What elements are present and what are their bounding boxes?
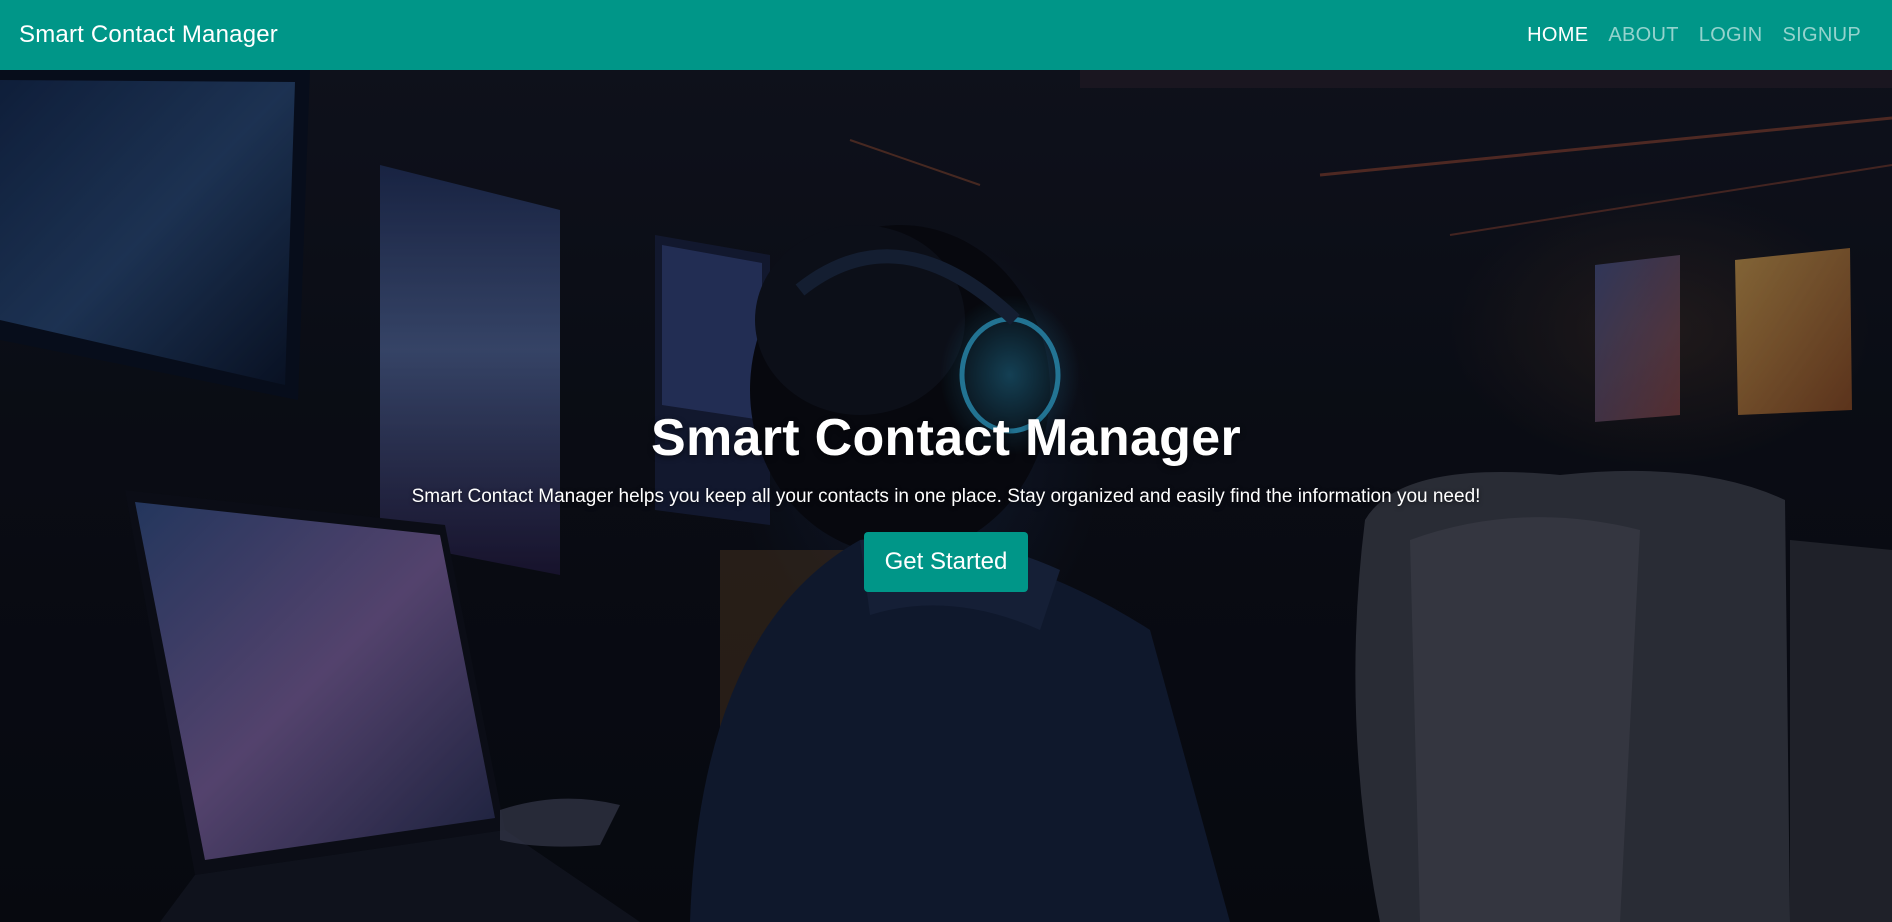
hero-content: Smart Contact Manager Smart Contact Mana… bbox=[0, 70, 1892, 922]
nav-about-link[interactable]: ABOUT bbox=[1608, 24, 1678, 47]
navbar: Smart Contact Manager HOME ABOUT LOGIN S… bbox=[0, 0, 1892, 70]
get-started-button[interactable]: Get Started bbox=[863, 531, 1029, 592]
hero-title: Smart Contact Manager bbox=[651, 409, 1241, 467]
brand-link[interactable]: Smart Contact Manager bbox=[19, 21, 278, 49]
nav-home-link[interactable]: HOME bbox=[1527, 24, 1588, 47]
nav-signup-link[interactable]: SIGNUP bbox=[1783, 24, 1861, 47]
hero-subtitle: Smart Contact Manager helps you keep all… bbox=[411, 486, 1481, 508]
nav-login-link[interactable]: LOGIN bbox=[1699, 24, 1763, 47]
hero-section: Smart Contact Manager Smart Contact Mana… bbox=[0, 70, 1892, 922]
nav-links: HOME ABOUT LOGIN SIGNUP bbox=[1527, 24, 1861, 47]
